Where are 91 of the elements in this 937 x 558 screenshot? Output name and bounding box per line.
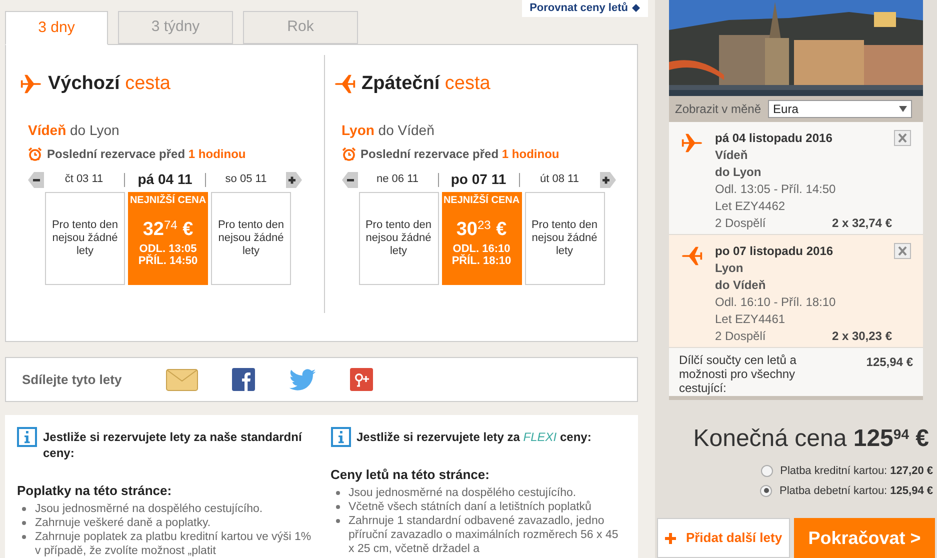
radio-button[interactable] — [760, 484, 772, 497]
day-label: po 07 11 — [450, 170, 508, 189]
previous-days-button[interactable] — [342, 172, 358, 188]
journey-heading: Zpáteční cesta — [362, 72, 490, 96]
diamond-icon — [632, 4, 640, 12]
alarm-clock-icon — [342, 147, 356, 161]
currency-select[interactable]: Eura — [768, 100, 912, 118]
journey-heading: Výchozí cesta — [48, 72, 170, 96]
plus-icon — [664, 532, 676, 544]
lowest-price-label: NEJNIŽŠÍ CENA — [130, 193, 206, 208]
bullet-icon — [22, 534, 26, 538]
continue-button[interactable]: Pokračovat > — [794, 518, 935, 558]
payment-option-label: Platba debetní kartou: 125,94 € — [779, 484, 933, 499]
add-flights-button[interactable]: Přidat další lety — [657, 518, 790, 558]
departure-time: ODL. 16:10 — [452, 243, 510, 255]
info-icon — [330, 427, 350, 447]
payment-option-label: Platba kreditní kartou: 127,20 € — [780, 464, 933, 480]
tab[interactable]: 3 dny — [5, 11, 108, 45]
day-label: so 05 11 — [224, 172, 268, 188]
google-plus-icon[interactable] — [350, 368, 373, 391]
list-item-text: Jsou jednosměrné na dospělého cestujícího. — [35, 502, 263, 516]
fare-price: 32$^{74}$ € — [142, 220, 194, 239]
route-text: Vídeň do Lyon — [27, 121, 120, 140]
list-item-text: Včetně všech státních daní a letištních poplatků — [348, 500, 592, 514]
flight-price: 2 x 32,74 € — [832, 215, 892, 232]
bullet-icon — [336, 490, 340, 494]
day-label: pá 04 11 — [136, 170, 194, 189]
bullet-icon — [336, 504, 340, 508]
list-item-text: Zahrnuje veškeré daně a poplatky. — [35, 516, 211, 530]
booking-deadline-text: Poslední rezervace před 1 hodinou — [47, 146, 246, 163]
day-label: út 08 11 — [539, 172, 580, 188]
info-subheading: Ceny letů na této stránce: — [330, 466, 490, 484]
fare-card[interactable]: NEJNIŽŠÍ CENA 30$^{23}$ € ODL. 16:10 PŘÍL. 18:10 — [442, 192, 522, 285]
radio-button[interactable] — [761, 465, 774, 478]
dropdown-arrow-icon — [899, 106, 908, 112]
tab[interactable]: 3 týdny — [118, 11, 233, 44]
flight-destination: do Vídeň — [715, 277, 767, 294]
subtotal-label: Dílčí součty cen letů a možnosti pro všechny cestující: — [679, 352, 798, 396]
arrival-time: PŘÍL. 18:10 — [452, 255, 512, 267]
airplane-icon — [334, 73, 356, 95]
flight-origin: Vídeň — [715, 147, 749, 164]
list-item-text: Zahrnuje poplatek za platbu kreditní kartou ve výši 1% v případě, že zvolíte možnost „platit — [35, 530, 312, 558]
flight-date: po 07 listopadu 2016 — [715, 243, 834, 260]
flight-times: Odl. 16:10 - Příl. 18:10 — [715, 294, 837, 312]
share-label: Sdílejte tyto lety — [22, 370, 122, 389]
no-flights-text: Pro tento den nejsou žádné lety — [530, 219, 599, 258]
airplane-icon — [681, 132, 703, 154]
tab[interactable]: Rok — [243, 11, 358, 44]
no-flights-text: Pro tento den nejsou žádné lety — [216, 219, 286, 258]
currency-label: Zobrazit v měně — [675, 101, 762, 118]
arrival-time: PŘÍL. 14:50 — [138, 255, 198, 267]
bullet-icon — [336, 518, 340, 522]
final-price: Konečná cena 125$^{94}$ € — [692, 424, 930, 454]
lowest-price-label: NEJNIŽŠÍ CENA — [443, 193, 520, 208]
info-heading: Jestliže si rezervujete lety za FLEXI ceny: — [356, 429, 592, 445]
flight-origin: Lyon — [715, 260, 744, 278]
alarm-clock-icon — [28, 147, 42, 161]
flight-number: Let EZY4462 — [715, 198, 786, 216]
passenger-count: 2 Dospělí — [715, 215, 766, 232]
remove-flight-icon[interactable] — [894, 130, 911, 146]
bullet-icon — [22, 506, 26, 510]
fare-price: 30$^{23}$ € — [456, 220, 507, 239]
flight-destination: do Lyon — [715, 164, 762, 182]
booking-deadline-text: Poslední rezervace před 1 hodinou — [360, 146, 560, 163]
bullet-icon — [22, 520, 26, 524]
list-item-text: Jsou jednosměrné na dospělého cestujícího. — [348, 486, 576, 500]
no-flights-text: Pro tento den nejsou žádné lety — [50, 219, 120, 258]
compare-prices-link[interactable]: Porovnat ceny letů — [522, 0, 648, 16]
departure-time: ODL. 13:05 — [139, 243, 197, 255]
fare-card[interactable]: NEJNIŽŠÍ CENA 32$^{74}$ € ODL. 13:05 PŘÍL. 14:50 — [128, 192, 208, 285]
airplane-icon — [20, 73, 42, 95]
airplane-icon — [681, 245, 703, 268]
previous-days-button[interactable] — [28, 172, 44, 188]
facebook-icon[interactable] — [232, 368, 255, 391]
info-icon — [17, 427, 37, 447]
passenger-count: 2 Dospělí — [715, 328, 766, 346]
flight-date: pá 04 listopadu 2016 — [715, 130, 834, 148]
list-item-text: Zahrnuje 1 standardní odbavené zavazadlo, jedno příruční zavazadlo o maximálních rozměrech 56 x 45 x 25 cm, včetně držadel a — [348, 514, 620, 556]
remove-flight-icon[interactable] — [894, 243, 911, 260]
info-heading: Jestliže si rezervujete lety za naše standardní ceny: — [43, 429, 304, 461]
day-label: ne 06 11 — [375, 172, 420, 188]
flight-number: Let EZY4461 — [715, 311, 786, 328]
flight-times: Odl. 13:05 - Příl. 14:50 — [715, 181, 837, 198]
next-days-button[interactable] — [600, 172, 616, 188]
day-label: čt 03 11 — [64, 172, 104, 188]
info-subheading: Poplatky na této stránce: — [17, 482, 173, 500]
flight-price: 2 x 30,23 € — [832, 328, 892, 346]
subtotal-value: 125,94 € — [866, 354, 913, 371]
no-flights-text: Pro tento den nejsou žádné lety — [364, 219, 433, 258]
route-text: Lyon do Vídeň — [340, 121, 436, 140]
next-days-button[interactable] — [286, 172, 302, 188]
